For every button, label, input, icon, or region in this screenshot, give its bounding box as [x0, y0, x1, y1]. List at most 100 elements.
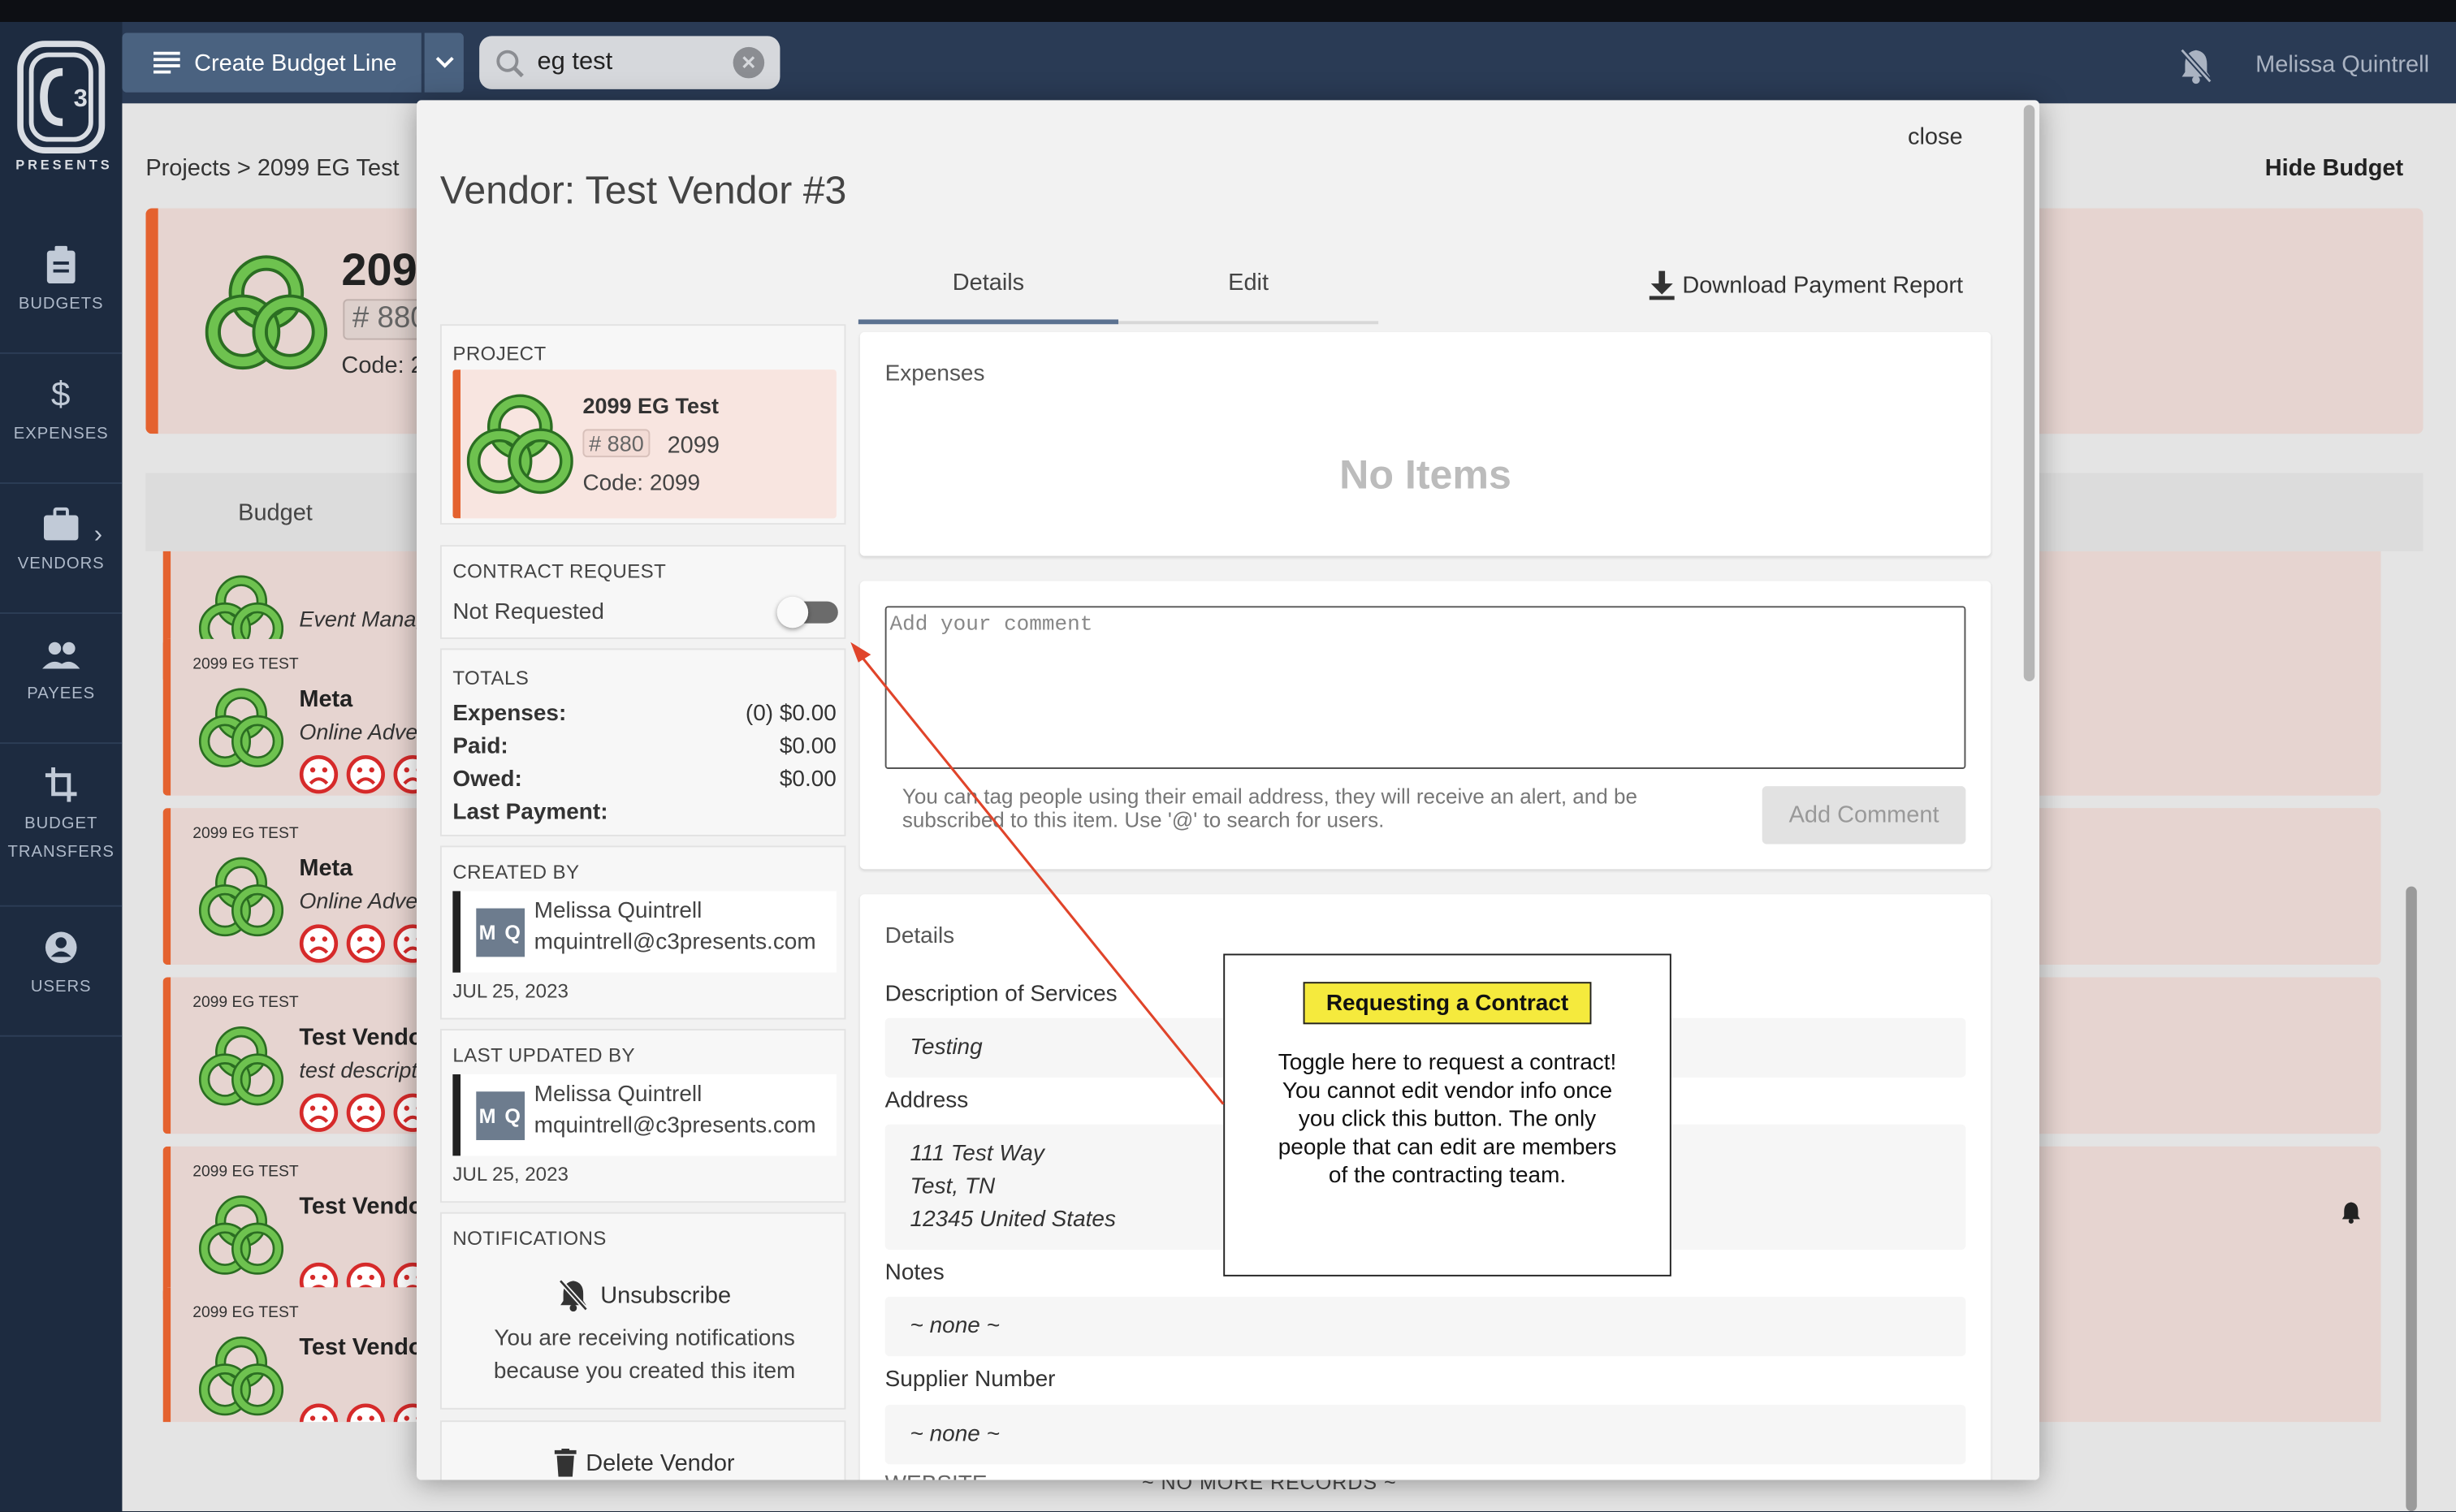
vendor-logo-icon [198, 857, 284, 937]
chevron-right-icon: › [93, 521, 103, 549]
sidebar-item-expenses[interactable]: $ EXPENSES [0, 374, 122, 443]
total-value: $0.00 [779, 734, 837, 760]
download-icon [1649, 270, 1675, 300]
search-input[interactable]: eg test ✕ [479, 36, 780, 89]
toggle-knob [776, 596, 809, 629]
unsubscribe-button[interactable]: Unsubscribe [442, 1278, 848, 1312]
field-label: Notes [884, 1260, 945, 1286]
user-name: Melissa Quintrell [534, 899, 703, 924]
sidebar-item-payees[interactable]: PAYEES [0, 636, 122, 703]
hide-budget-button[interactable]: Hide Budget [2265, 155, 2403, 182]
field-label: Supplier Number [884, 1367, 1056, 1393]
user-circle-icon [45, 931, 77, 964]
total-expenses: Expenses: (0) $0.00 [452, 702, 837, 727]
download-payment-report-button[interactable]: Download Payment Report [1648, 270, 1963, 301]
vendor-logo-icon [198, 1195, 284, 1275]
project-year: 2099 [667, 432, 720, 460]
vendor-description: Event Manag [299, 606, 429, 632]
frown-face-icon [346, 1093, 385, 1132]
divider [0, 1035, 123, 1037]
sidebar-item-users[interactable]: USERS [0, 929, 122, 996]
close-button[interactable]: close [1908, 123, 1963, 150]
breadcrumb[interactable]: Projects > 2099 EG Test [145, 155, 399, 182]
divider [0, 482, 123, 484]
bell-off-icon[interactable] [2179, 47, 2213, 84]
frown-face-icon [346, 1403, 385, 1423]
delete-vendor-label: Delete Vendor [586, 1449, 735, 1476]
sidebar-item-label: EXPENSES [13, 424, 109, 443]
user-name: Melissa Quintrell [534, 1082, 703, 1108]
rating-faces [299, 924, 432, 963]
rating-faces [299, 755, 432, 794]
no-items-message: No Items [1339, 451, 1511, 499]
divider [0, 742, 123, 745]
search-value: eg test [537, 48, 613, 76]
vendor-name: Meta [299, 855, 353, 882]
section-label: CONTRACT REQUEST [452, 560, 667, 583]
callout-body: Toggle here to request a contract! You c… [1278, 1051, 1617, 1189]
created-by-user[interactable]: M Q Melissa Quintrell mquintrell@c3prese… [452, 891, 837, 973]
sidebar-item-label: VENDORS [17, 554, 105, 573]
total-label: Paid: [452, 734, 508, 760]
sidebar-item-label: BUDGET [24, 814, 98, 834]
vendor-description: test descript [299, 1056, 417, 1082]
row-project-tag: 2099 EG TEST [192, 1304, 299, 1322]
notes-value: ~ none ~ [884, 1296, 1966, 1357]
user-menu[interactable]: Melissa Quintrell [2255, 52, 2429, 79]
sidebar-item-label: TRANSFERS [7, 842, 115, 862]
tab-edit[interactable]: Edit [1118, 270, 1378, 296]
field-label: Description of Services [884, 982, 1118, 1008]
create-dropdown-button[interactable] [424, 32, 464, 93]
divider [0, 905, 123, 907]
section-label: TOTALS [452, 667, 530, 689]
total-label: Expenses: [452, 702, 567, 727]
user-email: mquintrell@c3presents.com [534, 1113, 816, 1139]
svg-text:3: 3 [74, 84, 88, 112]
tab-details[interactable]: Details [858, 270, 1119, 325]
comment-hint: You can tag people using their email add… [902, 784, 1637, 832]
sidebar-item-budget-transfers[interactable]: BUDGET TRANSFERS [0, 766, 122, 870]
last-updated-section: LAST UPDATED BY M Q Melissa Quintrell mq… [439, 1029, 846, 1203]
contract-request-toggle[interactable] [776, 596, 838, 629]
vendor-logo-icon [198, 1026, 284, 1106]
notifications-section: NOTIFICATIONS Unsubscribe You are receiv… [439, 1212, 848, 1410]
project-number-badge: # 880 [582, 429, 651, 458]
section-label: LAST UPDATED BY [452, 1044, 635, 1067]
delete-vendor-button[interactable]: Delete Vendor [442, 1448, 848, 1477]
callout-title: Requesting a Contract [1303, 982, 1592, 1025]
updated-by-user[interactable]: M Q Melissa Quintrell mquintrell@c3prese… [452, 1074, 837, 1156]
comment-card: Add your comment You can tag people usin… [859, 581, 1991, 870]
dollar-icon: $ [50, 374, 71, 414]
top-bar [122, 22, 2456, 104]
page-scrollbar[interactable] [2406, 886, 2417, 1512]
crop-icon [45, 767, 77, 802]
frown-face-icon [299, 1093, 339, 1132]
window-top-strip [0, 0, 2456, 23]
project-card[interactable]: 2099 EG Test # 880 2099 Code: 2099 [452, 369, 837, 519]
list-icon [154, 51, 180, 74]
avatar: M Q [476, 1091, 525, 1141]
vendor-name: Meta [299, 685, 353, 713]
frown-face-icon [299, 924, 339, 963]
clear-icon[interactable]: ✕ [733, 46, 765, 79]
search-icon [496, 49, 524, 77]
modal-scrollbar[interactable] [2023, 105, 2035, 681]
total-owed: Owed: $0.00 [452, 767, 837, 793]
comment-textarea[interactable]: Add your comment [884, 606, 1966, 769]
brand-label: PRESENTS [15, 156, 113, 173]
create-budget-line-button[interactable]: Create Budget Line [122, 32, 422, 93]
sidebar-item-vendors[interactable]: VENDORS › [0, 506, 122, 573]
tab-budget[interactable]: Budget [238, 499, 313, 526]
frown-face-icon [346, 924, 385, 963]
annotation-callout: Requesting a Contract Toggle here to req… [1223, 953, 1671, 1277]
bell-icon[interactable] [2340, 1199, 2362, 1225]
card-title: Details [884, 923, 955, 949]
sidebar-item-budgets[interactable]: BUDGETS [0, 245, 122, 313]
project-logo-icon [205, 255, 328, 370]
add-comment-button[interactable]: Add Comment [1762, 786, 1966, 845]
app-logo[interactable]: 3 PRESENTS [15, 41, 113, 179]
total-label: Owed: [452, 767, 522, 793]
created-date: JUL 25, 2023 [452, 980, 569, 1003]
updated-date: JUL 25, 2023 [452, 1163, 569, 1186]
section-label: CREATED BY [452, 861, 580, 883]
